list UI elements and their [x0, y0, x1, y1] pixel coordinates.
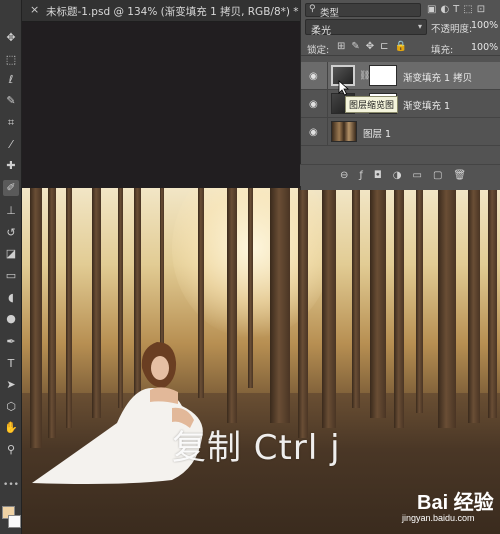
pen-tool-icon[interactable]: ✒: [3, 334, 19, 350]
tree-trunk: [322, 188, 336, 428]
opacity-label: 不透明度:: [431, 24, 473, 35]
history-brush-tool-icon[interactable]: ↺: [3, 225, 19, 241]
blend-mode-value: 柔光: [311, 26, 331, 37]
watermark-url: jingyan.baidu.com: [402, 513, 475, 523]
mouse-cursor-icon: [338, 80, 350, 96]
layer-row-gradient-fill-copy[interactable]: ◉ ⛓ 渐变填充 1 拷贝: [301, 62, 500, 90]
blend-row: 柔光 ▾ 不透明度: 100%: [301, 18, 500, 37]
opacity-input[interactable]: 100%: [471, 20, 498, 34]
layer-name[interactable]: 图层 1: [363, 126, 391, 140]
lock-icons[interactable]: ⊞✎✥⊏🔒: [337, 41, 413, 52]
eraser-tool-icon[interactable]: ◪: [3, 246, 19, 262]
layer-thumbnail[interactable]: [331, 121, 357, 142]
layer-name[interactable]: 渐变填充 1 拷贝: [403, 70, 472, 84]
brush-tool-icon[interactable]: ✐: [3, 180, 19, 196]
background-color-swatch[interactable]: [8, 515, 21, 528]
move-tool-icon[interactable]: ✥: [3, 30, 19, 46]
chevron-down-icon: ▾: [417, 22, 422, 31]
tree-trunk: [416, 188, 423, 413]
layer-mask-thumbnail[interactable]: [369, 65, 397, 86]
visibility-eye-icon[interactable]: ◉: [309, 99, 318, 110]
filter-kind-select[interactable]: ⚲ 类型: [305, 3, 421, 19]
filter-type-icons[interactable]: ▣◐T⬚⊡: [427, 4, 489, 15]
canvas-photo[interactable]: 复制 Ctrl j Bai 经验 jingyan.baidu.com: [22, 188, 500, 534]
divider: [327, 62, 328, 90]
stamp-tool-icon[interactable]: ⊥: [3, 203, 19, 219]
layer-row-gradient-fill[interactable]: ◉ 渐变填充 1: [301, 90, 500, 118]
layers-panel: ⚲ 类型 ▣◐T⬚⊡ 柔光 ▾ 不透明度: 100% 锁定: ⊞✎✥⊏🔒 填充:…: [300, 0, 500, 190]
tree-trunk: [438, 188, 456, 428]
tree-trunk: [270, 188, 290, 423]
tree-trunk: [352, 188, 360, 408]
shape-tool-icon[interactable]: ⬡: [3, 399, 19, 415]
fill-label: 填充:: [431, 45, 454, 56]
shortcut-caption: 复制 Ctrl j: [172, 428, 341, 468]
zoom-tool-icon[interactable]: ⚲: [3, 442, 19, 458]
tree-trunk: [394, 188, 404, 428]
layer-name[interactable]: 渐变填充 1: [403, 98, 450, 112]
more-tools-icon[interactable]: •••: [3, 480, 19, 490]
type-tool-icon[interactable]: T: [3, 356, 19, 372]
lock-label: 锁定:: [307, 45, 330, 56]
baidu-jingyan-logo: Bai 经验: [417, 492, 494, 514]
tree-trunk: [298, 188, 308, 438]
document-title: 未标题-1.psd @ 134% (渐变填充 1 拷贝, RGB/8*) *: [46, 6, 299, 18]
filter-kind-label: 类型: [320, 8, 340, 19]
search-icon: ⚲: [309, 4, 316, 14]
divider: [327, 118, 328, 146]
fill-input[interactable]: 100%: [471, 42, 498, 53]
tree-trunk: [488, 188, 497, 418]
healing-tool-icon[interactable]: ✚: [3, 158, 19, 174]
tools-panel: ✥ ⬚ ℓ ✎ ⌗ ⁄ ✚ ✐ ⊥ ↺ ◪ ▭ ◖ ● ✒ T ➤ ⬡ ✋ ⚲ •••: [0, 0, 22, 534]
layer-filter-row: ⚲ 类型 ▣◐T⬚⊡: [301, 2, 500, 19]
tree-trunk: [370, 188, 386, 418]
marquee-tool-icon[interactable]: ⬚: [3, 52, 19, 68]
lock-row: 锁定: ⊞✎✥⊏🔒 填充: 100%: [301, 38, 500, 56]
blend-mode-select[interactable]: 柔光 ▾: [305, 19, 427, 37]
footer-action-icons[interactable]: ⊖ƒ◘◑▭▢🗑: [340, 170, 477, 181]
visibility-eye-icon[interactable]: ◉: [309, 127, 318, 138]
visibility-eye-icon[interactable]: ◉: [309, 71, 318, 82]
hand-tool-icon[interactable]: ✋: [3, 420, 19, 436]
layers-panel-footer: ⊖ƒ◘◑▭▢🗑: [300, 164, 500, 186]
lasso-tool-icon[interactable]: ℓ: [3, 72, 19, 88]
eyedropper-tool-icon[interactable]: ⁄: [3, 137, 19, 153]
gradient-tool-icon[interactable]: ▭: [3, 268, 19, 284]
blur-tool-icon[interactable]: ◖: [3, 290, 19, 306]
divider: [327, 90, 328, 118]
crop-tool-icon[interactable]: ⌗: [3, 115, 19, 131]
tree-trunk: [248, 188, 253, 388]
thumbnail-tooltip: 图层缩览图: [345, 96, 399, 113]
close-tab-icon[interactable]: ×: [30, 3, 39, 16]
quick-select-tool-icon[interactable]: ✎: [3, 93, 19, 109]
path-select-tool-icon[interactable]: ➤: [3, 377, 19, 393]
tree-trunk: [468, 188, 480, 423]
dodge-tool-icon[interactable]: ●: [3, 311, 19, 327]
layer-row-layer-1[interactable]: ◉ 图层 1: [301, 118, 500, 146]
